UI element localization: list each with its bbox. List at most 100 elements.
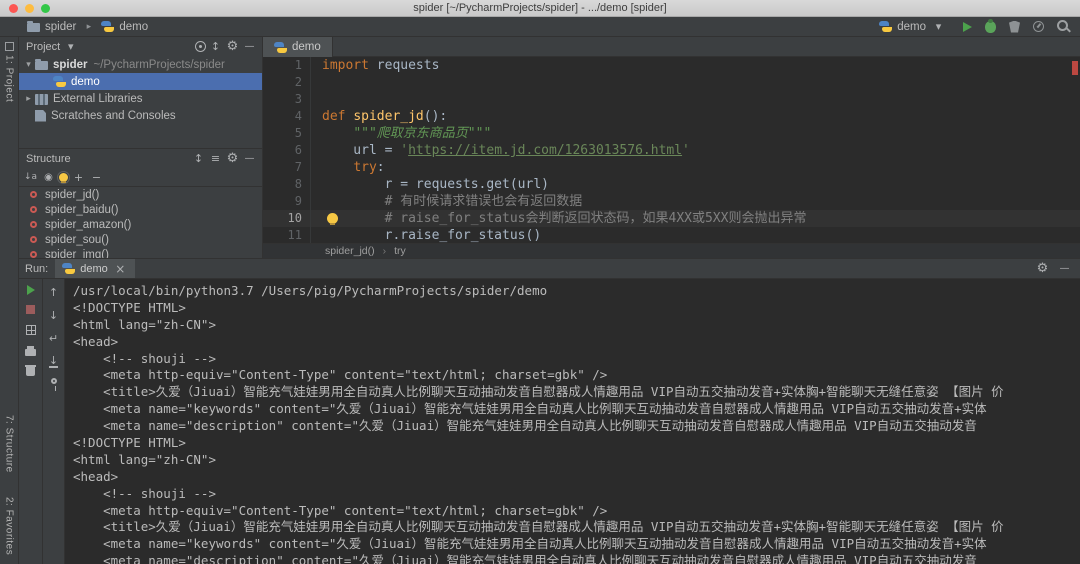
line-number: 7: [263, 159, 311, 176]
structure-item-spider-jd[interactable]: spider_jd(): [19, 187, 262, 202]
gear-icon[interactable]: [1035, 261, 1050, 276]
run-panel-body: /usr/local/bin/python3.7 /Users/pig/Pych…: [19, 279, 1080, 564]
visibility-icon[interactable]: [41, 170, 56, 185]
line-number: 4: [263, 108, 311, 125]
function-icon: [30, 236, 37, 243]
editor-content[interactable]: 1import requests234def spider_jd():5 """…: [263, 57, 1080, 243]
structure-item-spider-amazon[interactable]: spider_amazon(): [19, 217, 262, 232]
folder-icon: [35, 61, 48, 70]
editor-tab-demo[interactable]: demo: [263, 37, 333, 57]
project-panel-title: Project: [26, 41, 60, 53]
python-file-icon: [274, 41, 287, 54]
tree-chevron-icon[interactable]: ▸: [22, 94, 35, 104]
code-text: def spider_jd():: [311, 108, 1080, 125]
structure-item-spider-baidu[interactable]: spider_baidu(): [19, 202, 262, 217]
collapse-all-icon[interactable]: [208, 39, 223, 54]
console-line: <head>: [73, 334, 1080, 351]
tool-window-button-favorites[interactable]: 2: Favorites: [4, 492, 15, 560]
console-toolbar: [43, 279, 65, 564]
code-text: # 有时候请求错误也会有返回数据: [311, 193, 1080, 210]
code-line-7: 7 try:: [263, 159, 1080, 176]
expand-icon[interactable]: [71, 170, 86, 185]
console-line: <meta name="keywords" content="久爱（Jiuai）…: [73, 401, 1080, 418]
hide-panel-icon[interactable]: [242, 151, 257, 166]
coverage-button[interactable]: [1009, 21, 1020, 33]
chevron-right-icon: ›: [383, 245, 387, 257]
breadcrumb-block[interactable]: try: [394, 245, 406, 257]
gear-icon[interactable]: [225, 151, 240, 166]
tree-chevron-icon[interactable]: ▾: [22, 60, 35, 70]
python-file-icon: [62, 262, 75, 275]
run-panel-title: Run:: [25, 263, 48, 275]
stripe-label: 2: Favorites: [4, 497, 15, 555]
scroll-to-end-icon[interactable]: [46, 354, 61, 369]
intention-bulb-icon[interactable]: [327, 213, 338, 224]
search-icon[interactable]: [1057, 20, 1070, 33]
hide-panel-icon[interactable]: [242, 39, 257, 54]
error-stripe-marker[interactable]: [1072, 61, 1078, 75]
tool-window-stripe: 1: Project 7: Structure 2: Favorites: [0, 37, 19, 564]
run-config-selector[interactable]: demo: [879, 19, 946, 34]
run-button[interactable]: [963, 22, 972, 32]
filter-icon[interactable]: [208, 151, 223, 166]
chevron-down-icon[interactable]: [63, 39, 78, 54]
chevron-down-icon: [931, 19, 946, 34]
code-text: r = requests.get(url): [311, 176, 1080, 193]
python-file-icon: [879, 20, 892, 33]
soft-wrap-icon[interactable]: [46, 331, 61, 346]
debug-button[interactable]: [985, 21, 996, 33]
collapse-icon[interactable]: [89, 170, 104, 185]
structure-item-label: spider_jd(): [45, 189, 99, 201]
function-icon: [30, 251, 37, 258]
console-line: <meta http-equiv="Content-Type" content=…: [73, 367, 1080, 384]
pin-icon[interactable]: [51, 378, 57, 384]
print-icon[interactable]: [25, 349, 36, 356]
hide-panel-icon[interactable]: [1057, 261, 1072, 276]
breadcrumb-function[interactable]: spider_jd(): [325, 245, 375, 257]
clear-console-icon[interactable]: [26, 367, 35, 376]
project-tree-item-scratches-and-consoles[interactable]: Scratches and Consoles: [19, 107, 262, 124]
code-line-5: 5 """爬取京东商品页""": [263, 125, 1080, 142]
structure-item-label: spider_sou(): [45, 234, 109, 246]
structure-list: spider_jd()spider_baidu()spider_amazon()…: [19, 187, 262, 258]
project-tree-item-spider[interactable]: ▾spider~/PycharmProjects/spider: [19, 56, 262, 73]
down-stack-icon[interactable]: [46, 308, 61, 323]
bulb-icon[interactable]: [59, 173, 68, 182]
profiler-button[interactable]: [1033, 21, 1044, 32]
line-number: 5: [263, 125, 311, 142]
project-tree-item-demo[interactable]: demo: [19, 73, 262, 90]
zoom-window-button[interactable]: [41, 4, 50, 13]
stripe-label: 1: Project: [4, 55, 15, 102]
tool-window-button-project[interactable]: 1: Project: [0, 37, 18, 107]
locate-file-icon[interactable]: [195, 41, 206, 52]
console-line: <html lang="zh-CN">: [73, 452, 1080, 469]
rerun-button[interactable]: [27, 285, 35, 295]
function-icon: [30, 206, 37, 213]
tree-item-label: demo: [71, 76, 100, 88]
tool-window-button-structure[interactable]: 7: Structure: [4, 410, 15, 478]
minimize-window-button[interactable]: [25, 4, 34, 13]
gear-icon[interactable]: [225, 39, 240, 54]
structure-item-spider-sou[interactable]: spider_sou(): [19, 232, 262, 247]
tree-item-label: Scratches and Consoles: [51, 110, 176, 122]
console-output[interactable]: /usr/local/bin/python3.7 /Users/pig/Pych…: [65, 279, 1080, 564]
close-window-button[interactable]: [9, 4, 18, 13]
close-icon[interactable]: [113, 261, 128, 276]
window-controls: [9, 4, 50, 13]
breadcrumb-file[interactable]: demo: [98, 20, 151, 33]
sort-alpha-icon[interactable]: [23, 170, 38, 185]
project-tree-item-external-libraries[interactable]: ▸External Libraries: [19, 90, 262, 107]
restore-layout-icon[interactable]: [26, 325, 36, 335]
code-text: """爬取京东商品页""": [311, 125, 1080, 142]
expand-all-icon[interactable]: [191, 151, 206, 166]
project-tool-icon: [5, 42, 14, 51]
console-line: <meta http-equiv="Content-Type" content=…: [73, 503, 1080, 520]
up-stack-icon[interactable]: [46, 285, 61, 300]
structure-item-spider-img[interactable]: spider_img(): [19, 247, 262, 258]
breadcrumb-project[interactable]: spider: [24, 21, 79, 33]
code-line-3: 3: [263, 91, 1080, 108]
run-tab-demo[interactable]: demo: [55, 259, 135, 278]
library-icon: [35, 94, 48, 105]
project-panel: Project ▾spider~/PycharmProjects/spider d…: [19, 37, 262, 148]
stop-button[interactable]: [26, 305, 35, 314]
